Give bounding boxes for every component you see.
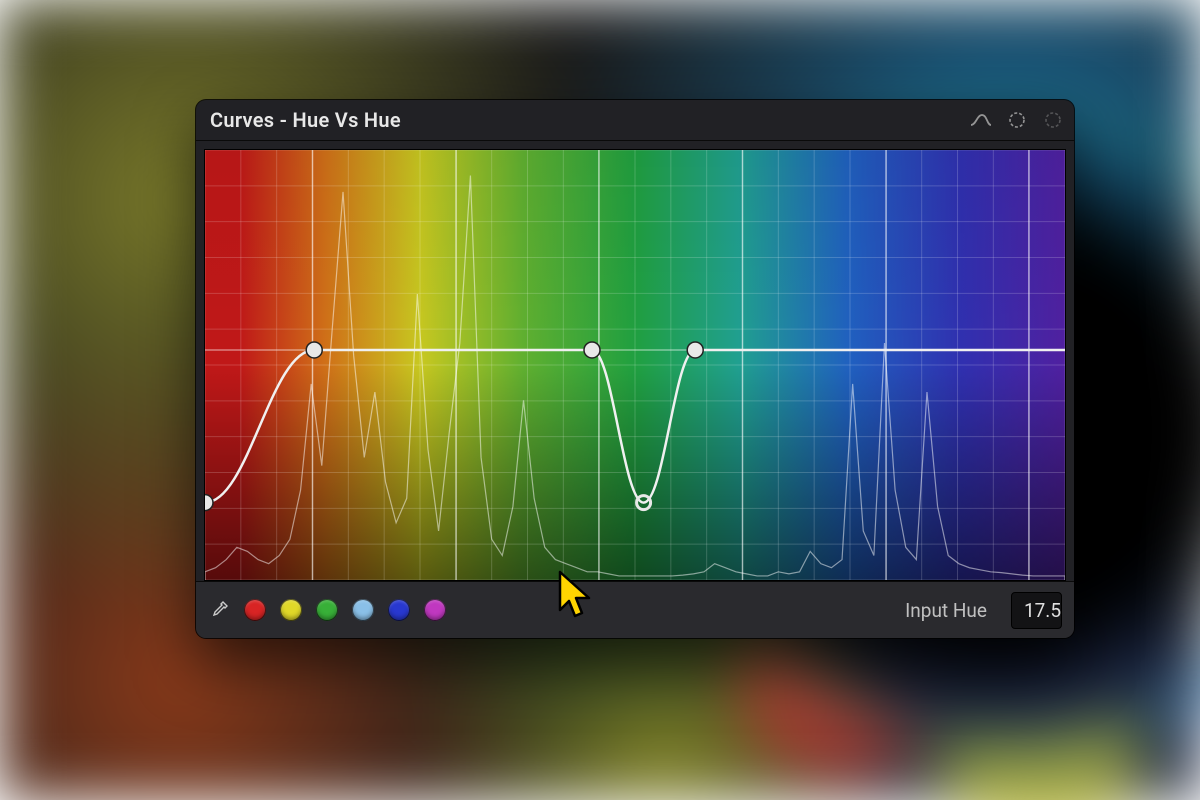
- panel-footer: Input Hue 17.5: [196, 581, 1074, 638]
- swatch-cyan[interactable]: [352, 599, 374, 621]
- curve-shape-icon[interactable]: [970, 109, 992, 131]
- curve-graph[interactable]: [204, 149, 1066, 581]
- input-hue-label: Input Hue: [905, 599, 987, 622]
- swatch-blue[interactable]: [388, 599, 410, 621]
- eyedropper-icon[interactable]: [208, 599, 230, 621]
- spline-wheel-icon-dim[interactable]: [1042, 109, 1064, 131]
- hue-swatch-row: [244, 599, 446, 621]
- titlebar-toolbar: [970, 109, 1064, 131]
- swatch-yellow[interactable]: [280, 599, 302, 621]
- curve-overlay[interactable]: [205, 150, 1065, 580]
- curves-panel: Curves - Hue Vs Hue Input Hue 17.5: [196, 100, 1074, 638]
- panel-titlebar: Curves - Hue Vs Hue: [196, 100, 1074, 141]
- input-hue-value[interactable]: 17.5: [1011, 592, 1062, 629]
- spline-wheel-icon[interactable]: [1006, 109, 1028, 131]
- swatch-green[interactable]: [316, 599, 338, 621]
- panel-title: Curves - Hue Vs Hue: [210, 108, 970, 132]
- swatch-magenta[interactable]: [424, 599, 446, 621]
- swatch-red[interactable]: [244, 599, 266, 621]
